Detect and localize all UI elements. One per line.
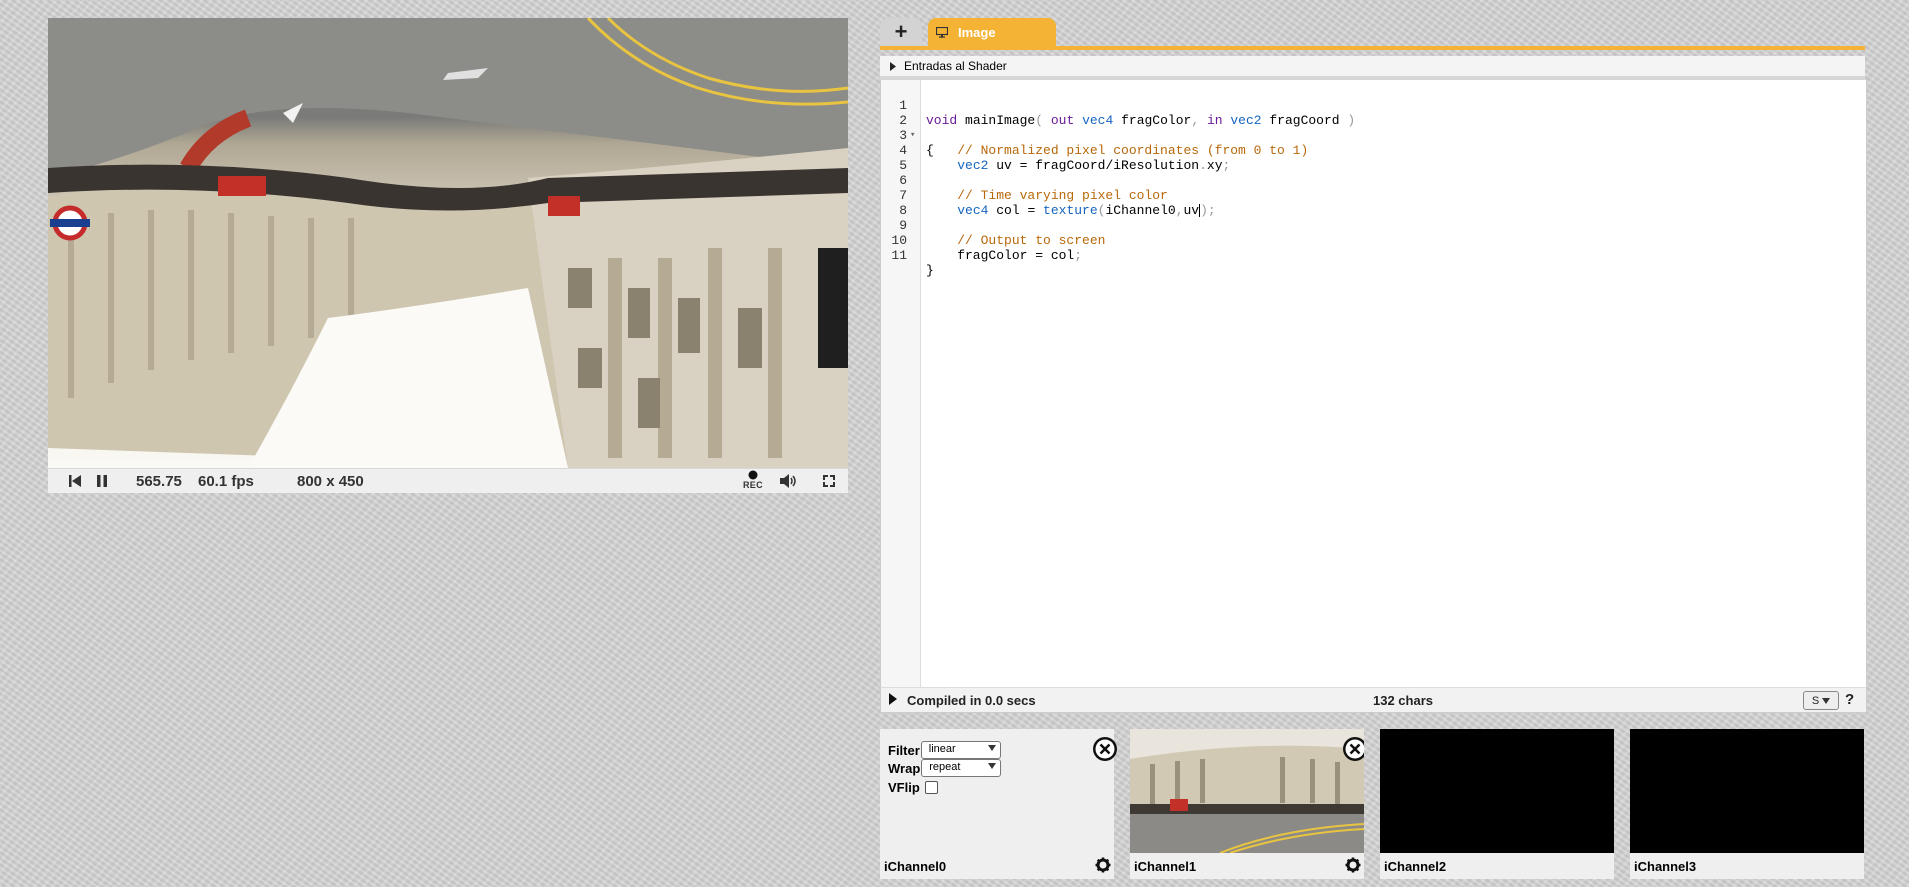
compile-status: Compiled in 0.0 secs <box>907 693 1036 708</box>
shader-canvas[interactable] <box>48 18 848 468</box>
plus-icon: + <box>894 19 908 44</box>
shader-inputs-label: Entradas al Shader <box>904 59 1007 73</box>
chevron-down-icon <box>988 763 997 769</box>
code-line: 9 // Output to screen <box>899 218 1106 248</box>
expand-triangle-icon <box>890 61 896 71</box>
channel-0-settings: Filter linear Wrap repeat VFlip <box>880 729 1117 853</box>
fullscreen-icon <box>823 475 835 487</box>
expand-triangle-icon[interactable] <box>889 693 897 705</box>
tab-bar: + Image <box>880 18 1865 50</box>
time-display: 565.75 <box>136 472 182 490</box>
code-line: 5 <box>899 158 907 173</box>
close-icon[interactable] <box>1092 736 1118 762</box>
channel-2-label-bar[interactable]: iChannel2 <box>1380 853 1614 879</box>
street-thumbnail <box>1130 729 1364 853</box>
gear-icon[interactable] <box>1345 857 1361 873</box>
code-line: 8 <box>899 203 907 218</box>
channel-1-preview[interactable] <box>1130 729 1364 853</box>
tab-underline <box>880 46 1865 50</box>
flipped-street-render <box>48 18 848 468</box>
code-editor[interactable]: 1 void mainImage( out vec4 fragColor, in… <box>880 80 1867 687</box>
code-line: 1 void mainImage( out vec4 fragColor, in… <box>899 98 1356 128</box>
channel-3-label-bar[interactable]: iChannel3 <box>1630 853 1864 879</box>
wrap-row: Wrap repeat <box>888 759 1002 777</box>
filter-select[interactable]: linear <box>920 741 1001 759</box>
channel-2-preview[interactable] <box>1380 729 1614 853</box>
code-line: 2 ▾ { <box>899 113 934 158</box>
fps-display: 60.1 fps <box>198 472 254 490</box>
code-line: 4 vec2 uv = fragCoord/iResolution.xy; <box>899 143 1231 173</box>
shader-player: 565.75 60.1 fps 800 x 450 REC <box>48 18 848 493</box>
gear-icon[interactable] <box>1095 857 1111 873</box>
chevron-down-icon <box>987 745 996 751</box>
rec-label: REC <box>743 480 763 490</box>
help-button[interactable]: ? <box>1845 691 1854 708</box>
code-line: 3 // Normalized pixel coordinates (from … <box>899 128 1309 158</box>
chevron-down-icon <box>1822 697 1831 704</box>
filter-row: Filter linear <box>888 741 1001 759</box>
font-size-select[interactable]: S <box>1803 691 1839 710</box>
code-line: 11 } <box>891 248 934 278</box>
code-line: 10 fragColor = col; <box>891 233 1083 263</box>
channel-0: Filter linear Wrap repeat VFlip iChannel… <box>880 729 1117 879</box>
channel-1-label-bar[interactable]: iChannel1 <box>1130 853 1364 879</box>
channel-1: iChannel1 <box>1130 729 1364 879</box>
channel-3-preview[interactable] <box>1630 729 1864 853</box>
record-button[interactable]: REC <box>743 470 763 492</box>
shader-editor: + Image Entradas al Shader 1 void mainIm… <box>880 18 1867 713</box>
rewind-icon <box>69 475 81 487</box>
shader-inputs-toggle[interactable]: Entradas al Shader <box>880 56 1865 80</box>
close-icon[interactable] <box>1342 736 1364 762</box>
channel-0-label-bar[interactable]: iChannel0 <box>880 853 1114 879</box>
fullscreen-button[interactable] <box>822 472 836 490</box>
resolution-display: 800 x 450 <box>297 472 364 490</box>
pause-button[interactable] <box>96 472 108 490</box>
channel-2: iChannel2 <box>1380 729 1614 879</box>
record-icon <box>748 470 758 480</box>
pause-icon <box>97 475 107 487</box>
vflip-row: VFlip <box>888 780 938 795</box>
editor-status-bar: Compiled in 0.0 secs 132 chars S ? <box>880 687 1867 713</box>
channel-3: iChannel3 <box>1630 729 1864 879</box>
char-count: 132 chars <box>1373 693 1433 708</box>
add-tab-button[interactable]: + <box>880 18 922 46</box>
volume-icon <box>780 474 796 488</box>
player-controls: 565.75 60.1 fps 800 x 450 REC <box>48 468 848 493</box>
wrap-select[interactable]: repeat <box>921 759 1002 777</box>
code-line: 7 vec4 col = texture(iChannel0,uv); <box>899 188 1216 218</box>
monitor-icon <box>936 26 948 38</box>
code-line: 6 // Time varying pixel color <box>899 173 1168 203</box>
tab-image[interactable]: Image <box>928 18 1056 46</box>
vflip-checkbox[interactable] <box>924 781 938 794</box>
rewind-button[interactable] <box>68 472 82 490</box>
tab-image-label: Image <box>958 24 996 40</box>
volume-button[interactable] <box>779 472 799 490</box>
